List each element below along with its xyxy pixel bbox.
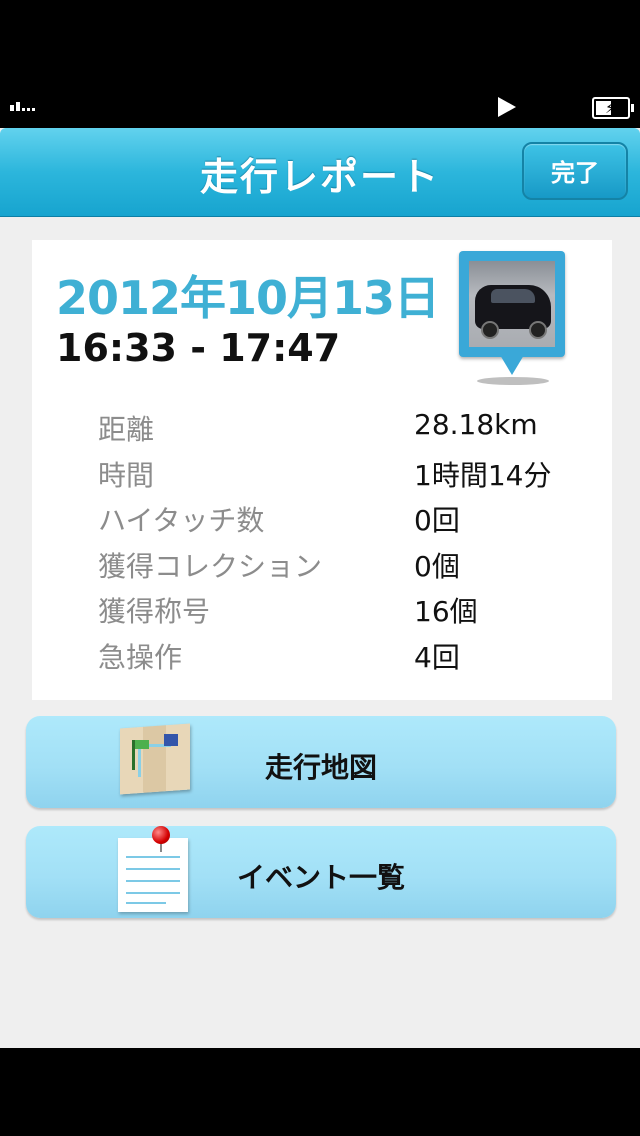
stat-row-titles: 獲得称号 16個 [98, 590, 598, 636]
done-button[interactable]: 完了 [522, 142, 628, 200]
stat-label: 獲得称号 [98, 595, 211, 628]
battery-percent: 49% [530, 93, 590, 122]
stat-label: ハイタッチ数 [98, 504, 265, 537]
status-bar: SoftBank LTE 17:49 49% ⚡ [0, 88, 640, 128]
stat-label: 距離 [98, 413, 155, 446]
stat-row-distance: 距離 28.18km [98, 408, 598, 454]
stat-row-collections: 獲得コレクション 0個 [98, 545, 598, 591]
report-time-range: 16:33 - 17:47 [56, 326, 341, 370]
stat-value: 4回 [414, 640, 460, 674]
photo-frame [459, 251, 565, 357]
event-list-label: イベント一覧 [236, 861, 405, 894]
stat-value: 0回 [414, 504, 460, 537]
stat-value: 16個 [414, 595, 478, 628]
stat-label: 獲得コレクション [98, 549, 323, 583]
battery-charging-icon: ⚡ [592, 97, 634, 119]
play-icon [498, 97, 516, 117]
stat-value: 28.18km [414, 408, 538, 441]
car-photo [469, 261, 555, 347]
event-list-button[interactable]: イベント一覧 [26, 826, 616, 918]
route-map-label: 走行地図 [264, 751, 377, 784]
stat-value: 1時間14分 [414, 458, 552, 492]
stat-label: 時間 [98, 458, 155, 492]
stat-value: 0個 [414, 549, 460, 583]
stat-row-high-touch: ハイタッチ数 0回 [98, 499, 598, 545]
stat-row-sudden-operations: 急操作 4回 [98, 636, 598, 682]
route-map-button[interactable]: 走行地図 [26, 716, 616, 808]
report-card: 2012年10月13日 16:33 - 17:47 距離 28.18km 時間 [32, 240, 612, 700]
car-photo-pin[interactable] [459, 251, 569, 387]
app-screen: 走行レポート 完了 2012年10月13日 16:33 - 17:47 距離 2… [0, 128, 640, 1048]
stats-list: 距離 28.18km 時間 1時間14分 ハイタッチ数 0回 獲得コレクション … [98, 408, 598, 681]
navigation-bar: 走行レポート 完了 [0, 128, 640, 217]
stat-label: 急操作 [98, 640, 183, 674]
pin-pointer-icon [500, 355, 524, 375]
report-date: 2012年10月13日 [56, 271, 440, 325]
stat-row-time: 時間 1時間14分 [98, 454, 598, 500]
